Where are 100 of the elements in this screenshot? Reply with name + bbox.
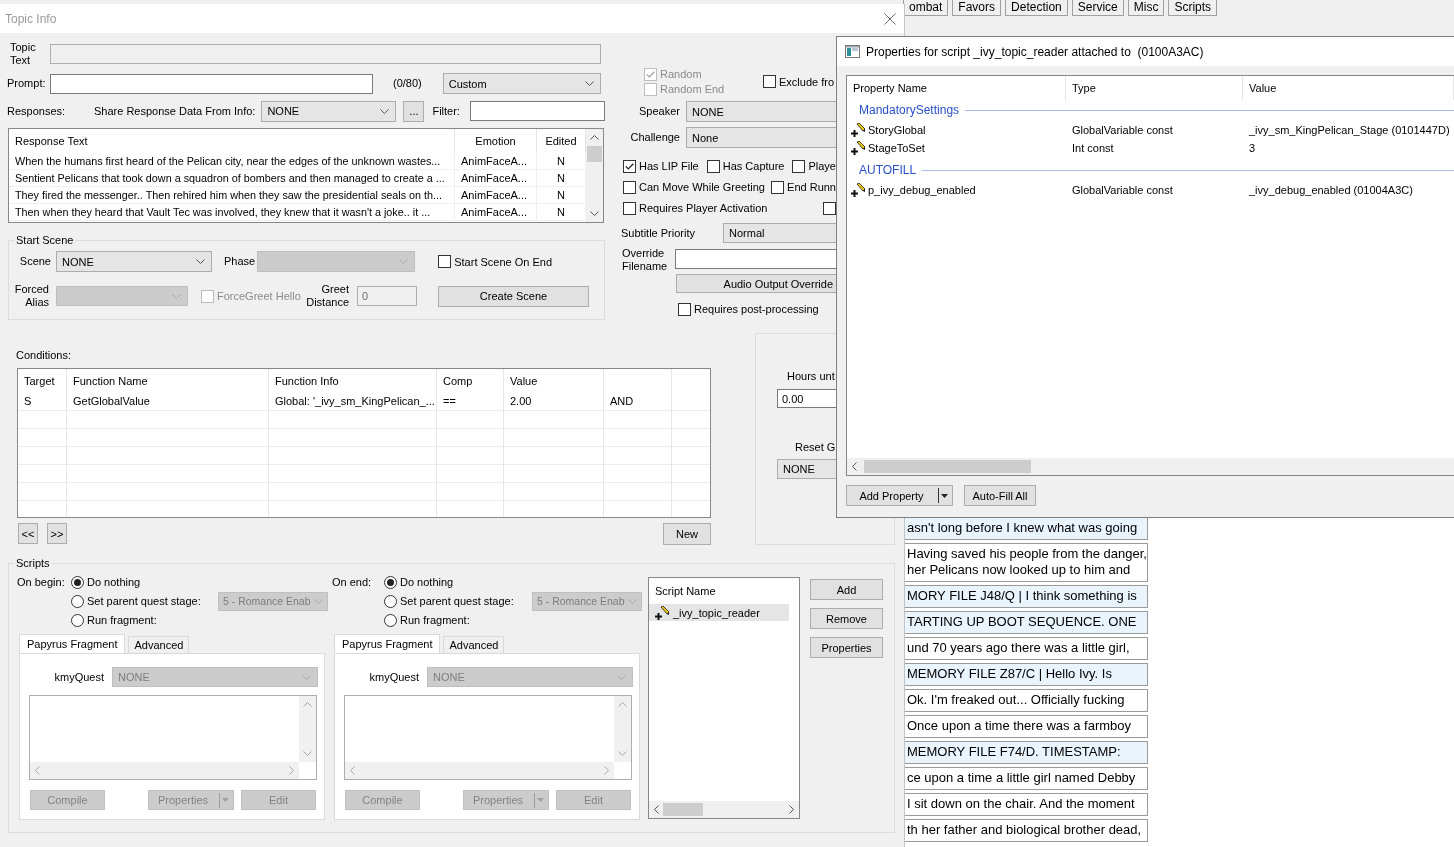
button[interactable]: Add Property: [846, 485, 953, 506]
checkbox[interactable]: [792, 159, 806, 173]
scrollbar-thumb[interactable]: [864, 460, 1031, 473]
tab[interactable]: Advanced: [443, 636, 505, 653]
group-title: Start Scene: [15, 234, 75, 247]
table-cell: AnimFaceA...: [455, 170, 537, 187]
scrollbar[interactable]: [649, 801, 799, 818]
column-header[interactable]: Function Name: [67, 369, 269, 393]
dropdown[interactable]: NONE: [686, 101, 836, 122]
list-item[interactable]: Having saved his people from the danger, her Pelicans now looked up to him and: [905, 543, 1148, 582]
tab[interactable]: Favors: [952, 0, 1002, 16]
caret-down-icon[interactable]: [941, 493, 948, 498]
scrollbar-thumb[interactable]: [663, 803, 703, 816]
close-icon[interactable]: [884, 12, 896, 25]
checkbox[interactable]: [763, 75, 776, 88]
radio-button[interactable]: [384, 575, 397, 589]
button[interactable]: Properties: [810, 637, 883, 658]
text-field[interactable]: 0.00: [777, 389, 836, 408]
checkbox[interactable]: [623, 159, 636, 173]
chevron-down-icon[interactable]: [590, 211, 599, 216]
list-item[interactable]: I sit down on the chair. And the moment: [905, 793, 1148, 816]
pencil-plus-icon: [851, 141, 865, 155]
list-item[interactable]: asn't long before I knew what was going: [905, 517, 1148, 540]
scrollbar[interactable]: [847, 458, 1454, 475]
tab[interactable]: Papyrus Fragment: [19, 634, 126, 653]
group-header: AUTOFILL: [859, 163, 917, 177]
dropdown[interactable]: NONE: [261, 100, 397, 122]
radio-button[interactable]: [384, 613, 397, 627]
column-header[interactable]: Target: [18, 369, 67, 393]
property-value: _ivy_sm_KingPelican_Stage (0101447D): [1248, 124, 1451, 136]
button[interactable]: Auto-Fill All: [964, 485, 1036, 506]
column-header[interactable]: Value: [1243, 76, 1454, 100]
list-item[interactable]: und 70 years ago there was a little girl,: [905, 637, 1148, 660]
column-header[interactable]: Response Text: [9, 129, 455, 153]
scrollbar[interactable]: [586, 129, 603, 222]
dropdown[interactable]: None: [686, 127, 836, 148]
checkbox[interactable]: [678, 302, 691, 316]
radio-label: Set parent quest stage:: [87, 595, 201, 607]
list-item[interactable]: MEMORY FILE F74/D. TIMESTAMP:: [905, 741, 1148, 764]
field-label: Speaker: [638, 105, 680, 118]
dropdown[interactable]: NONE: [777, 459, 836, 479]
list-item[interactable]: th her father and biological brother dead,: [905, 819, 1148, 842]
list-item[interactable]: TARTING UP BOOT SEQUENCE. ONE: [905, 611, 1148, 634]
list-item[interactable]: MORY FILE J48/Q | I think something is: [905, 585, 1148, 608]
button[interactable]: >>: [47, 523, 67, 544]
button[interactable]: <<: [18, 523, 38, 544]
button[interactable]: Remove: [810, 608, 883, 629]
checkbox[interactable]: [771, 180, 785, 194]
text-area[interactable]: [29, 695, 317, 780]
chevron-left-icon[interactable]: [852, 462, 857, 471]
tab[interactable]: Service: [1071, 0, 1124, 16]
checkbox-label: Playe: [808, 160, 836, 172]
text-field[interactable]: [675, 249, 836, 269]
chevron-right-icon[interactable]: [789, 805, 794, 814]
column-header[interactable]: Comp: [437, 369, 504, 393]
button[interactable]: New: [663, 523, 711, 545]
field-label: Reset G: [795, 441, 836, 454]
text-field[interactable]: [50, 73, 373, 94]
chevron-left-icon[interactable]: [654, 805, 659, 814]
checkbox-label: Exclude fro: [779, 75, 835, 88]
radio-button[interactable]: [71, 594, 84, 608]
tab[interactable]: Advanced: [128, 636, 190, 653]
list-item[interactable]: _ivy_topic_reader: [649, 604, 789, 621]
dropdown[interactable]: Custom: [442, 73, 601, 94]
column-header[interactable]: Property Name: [847, 76, 1066, 100]
list-item[interactable]: Ok. I'm freaked out... Officially fucking: [905, 689, 1148, 712]
tab[interactable]: Detection: [1005, 0, 1068, 16]
text-field[interactable]: [469, 101, 605, 121]
button[interactable]: ...: [403, 100, 425, 122]
checkbox[interactable]: [823, 201, 836, 215]
text-area[interactable]: [344, 695, 632, 780]
dropdown[interactable]: Normal: [723, 223, 836, 243]
radio-label: Do nothing: [400, 576, 454, 588]
tab[interactable]: Scripts: [1168, 0, 1218, 16]
radio-button[interactable]: [71, 613, 84, 627]
list-item[interactable]: MEMORY FILE Z87/C | Hello Ivy. Is: [905, 663, 1148, 686]
button[interactable]: Create Scene: [438, 285, 589, 307]
list-item[interactable]: Once upon a time there was a farmboy: [905, 715, 1148, 738]
checkbox[interactable]: [438, 255, 452, 268]
column-header[interactable]: Function Info: [269, 369, 437, 393]
radio-label: Run fragment:: [400, 614, 470, 626]
radio-button[interactable]: [384, 594, 397, 608]
column-header[interactable]: Script Name: [649, 578, 799, 604]
chevron-up-icon[interactable]: [590, 135, 599, 140]
checkbox[interactable]: [706, 159, 720, 173]
column-header[interactable]: Emotion: [455, 129, 537, 153]
tab[interactable]: Misc: [1127, 0, 1165, 16]
scrollbar-thumb[interactable]: [587, 146, 602, 162]
dropdown[interactable]: NONE: [56, 251, 212, 272]
button[interactable]: Audio Output Override: [676, 274, 836, 293]
checkbox[interactable]: [623, 180, 636, 194]
tab[interactable]: ombat: [903, 0, 949, 16]
table-cell-text: AND: [609, 394, 635, 409]
column-header[interactable]: Type: [1066, 76, 1243, 100]
tab[interactable]: Papyrus Fragment: [334, 634, 441, 653]
checkbox[interactable]: [623, 201, 636, 215]
column-header[interactable]: Value: [504, 369, 604, 393]
button[interactable]: Add: [810, 579, 883, 600]
radio-button[interactable]: [71, 575, 84, 589]
list-item[interactable]: ce upon a time a little girl named Debby: [905, 767, 1148, 790]
